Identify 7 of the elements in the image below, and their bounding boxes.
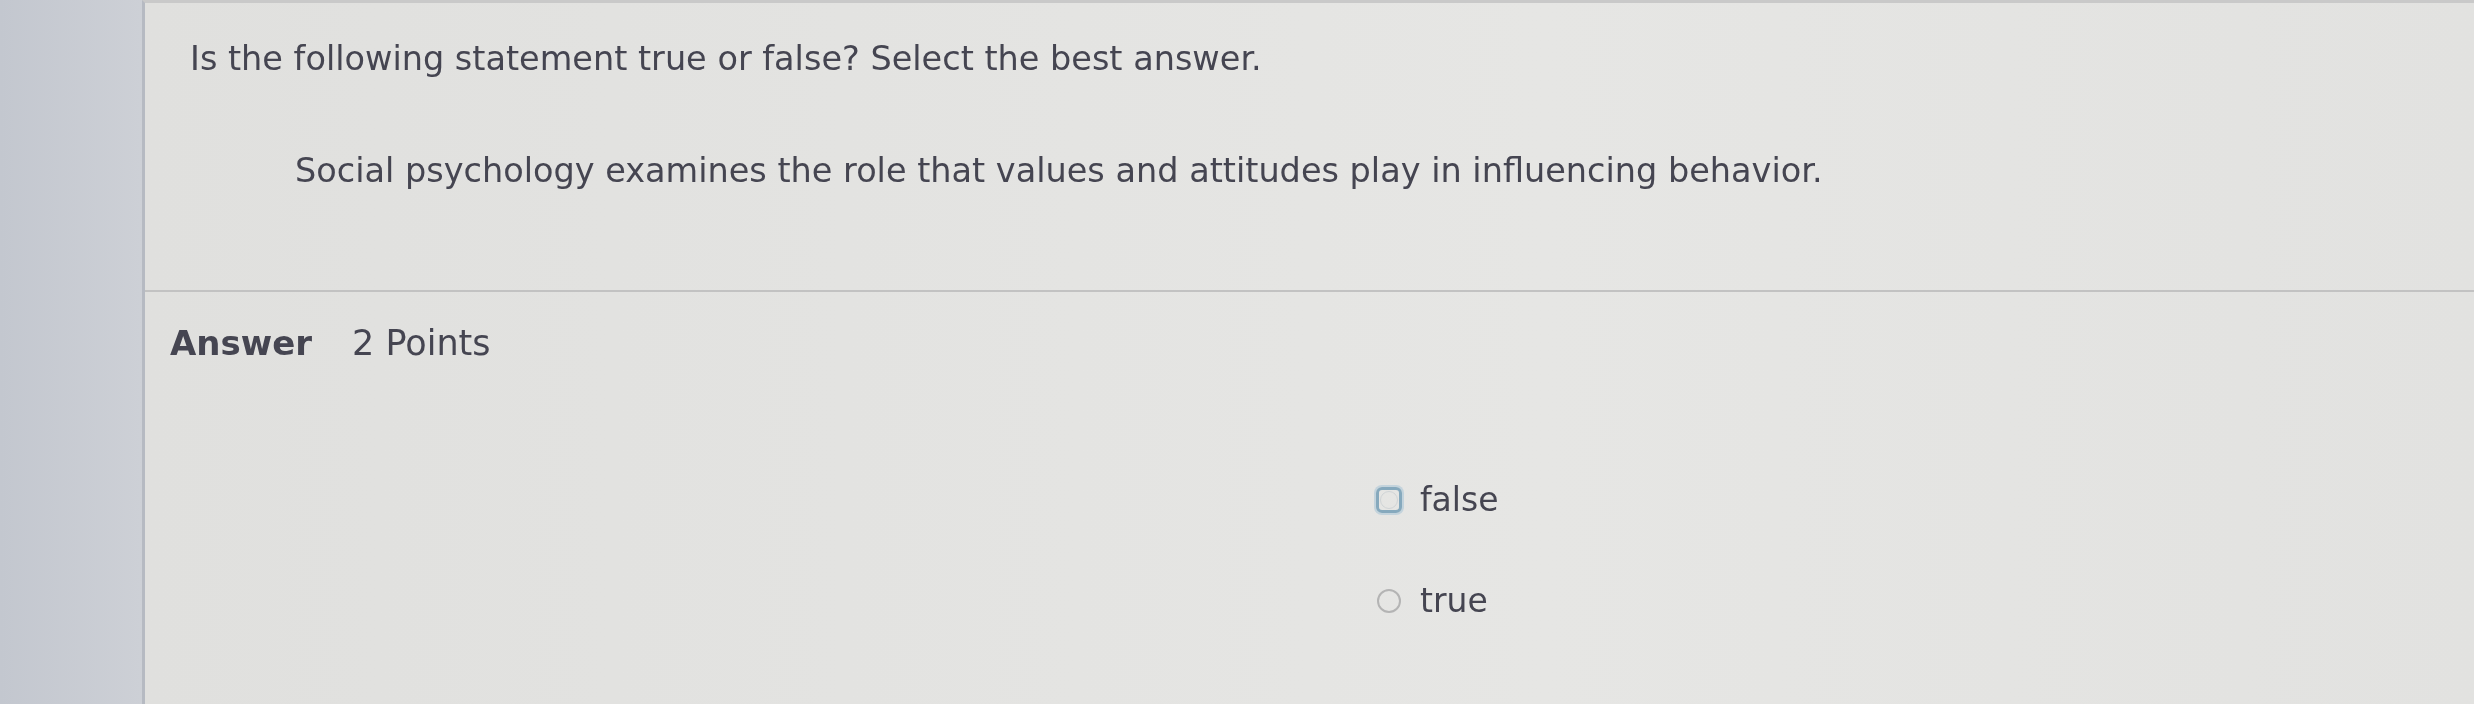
option-label[interactable]: true [1420,581,1488,621]
radio-button[interactable] [1377,589,1401,613]
answer-label: Answer [170,322,312,364]
option-label[interactable]: false [1420,480,1499,520]
question-statement: Social psychology examines the role that values and attitudes play in influencing behavior. [295,152,1823,190]
question-prompt: Is the following statement true or false? Select the best answer. [190,40,1262,78]
points-label: 2 Points [352,322,491,364]
